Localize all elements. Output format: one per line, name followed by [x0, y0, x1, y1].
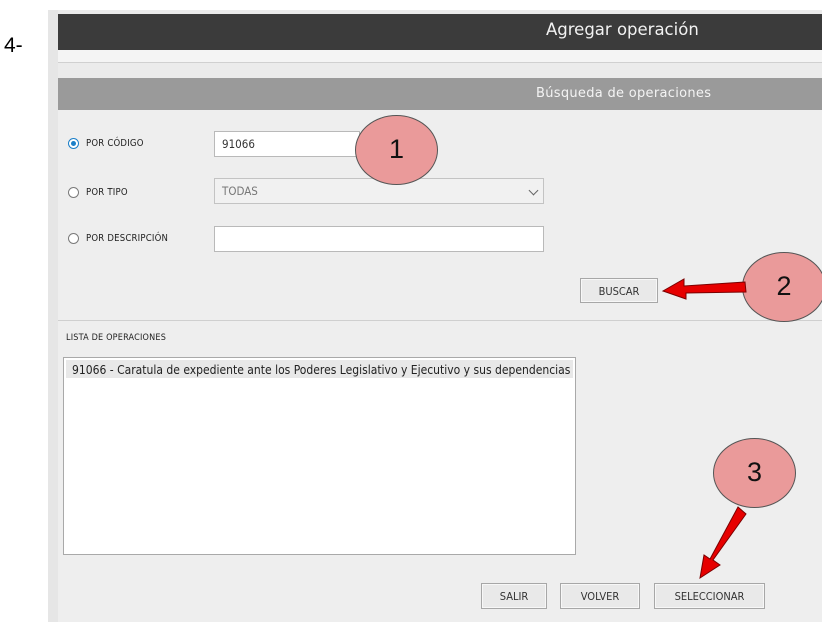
arrow-to-select-button-icon	[699, 506, 747, 580]
